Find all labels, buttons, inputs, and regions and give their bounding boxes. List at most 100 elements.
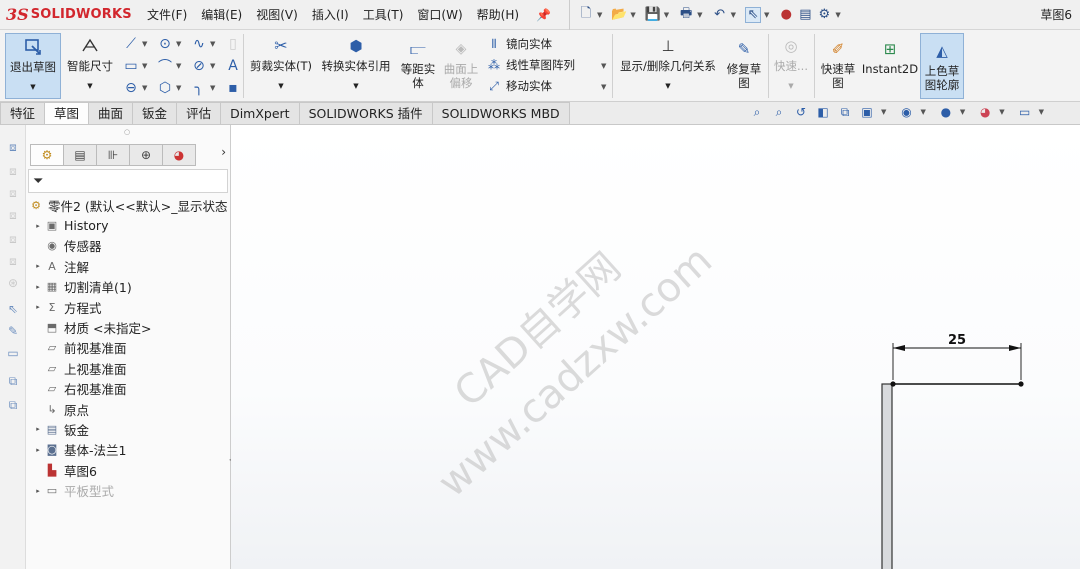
offset-on-surface-button[interactable]: ◈ 曲面上 偏移	[441, 38, 481, 98]
expand-arrow-icon[interactable]: ▸	[32, 222, 44, 230]
menu-item[interactable]: 插入(I)	[305, 0, 356, 30]
options-dropdown-arrow[interactable]: ▼	[835, 11, 840, 19]
open-folder-icon[interactable]: 📂	[611, 7, 627, 23]
menu-item[interactable]: 文件(F)	[140, 0, 194, 30]
open-dropdown-arrow[interactable]: ▼	[630, 11, 635, 19]
tree-root[interactable]: ⚙ 零件2 (默认<<默认>_显示状态	[26, 195, 231, 215]
tab-5[interactable]: DimXpert	[220, 102, 300, 124]
arc-icon[interactable]: ⌒	[156, 57, 174, 75]
monitor-tool-icon[interactable]: ▭	[5, 345, 21, 361]
quick-snaps-dropdown-arrow[interactable]: ▼	[788, 79, 793, 93]
circle-dropdown-arrow[interactable]: ▼	[176, 40, 181, 48]
trim-entities-button[interactable]: ✂ 剪裁实体(T) ▼	[248, 33, 314, 99]
select-dropdown-arrow[interactable]: ▼	[764, 11, 769, 19]
ellipse-dropdown-arrow[interactable]: ▼	[210, 62, 215, 70]
trim-dropdown-arrow[interactable]: ▼	[278, 79, 283, 93]
section-view-icon[interactable]: ◧	[815, 104, 831, 120]
print-dropdown-arrow[interactable]: ▼	[697, 11, 702, 19]
tree-node[interactable]: ▙ 草图6	[26, 460, 231, 480]
convert-entities-button[interactable]: ⬢ 转换实体引用 ▼	[318, 33, 394, 99]
shaded-sketch-contours-button[interactable]: ◭ 上色草 图轮廓	[920, 33, 964, 99]
tree-node[interactable]: ▱ 上视基准面	[26, 358, 231, 378]
display-style-dropdown-arrow[interactable]: ▼	[920, 108, 925, 116]
tab-7[interactable]: SOLIDWORKS MBD	[431, 102, 570, 124]
smart-dimension-button[interactable]: 智能尺寸 ▼	[63, 33, 117, 99]
polygon-icon[interactable]: ⬡	[156, 79, 174, 97]
previous-view-icon[interactable]: ↺	[793, 104, 809, 120]
exit-sketch-dropdown-arrow[interactable]: ▼	[30, 80, 35, 94]
options-gear-icon[interactable]: ⚙	[816, 7, 832, 23]
expand-arrow-icon[interactable]: ▸	[32, 283, 44, 291]
sketch-edit-icon[interactable]: ✎	[5, 323, 21, 339]
text-icon[interactable]: A	[224, 57, 242, 75]
tab-3[interactable]: 钣金	[132, 102, 178, 124]
sketch-start-point[interactable]	[890, 381, 896, 387]
polygon-dropdown-arrow[interactable]: ▼	[176, 84, 181, 92]
new-dropdown-arrow[interactable]: ▼	[597, 11, 602, 19]
repair-sketch-button[interactable]: ✎ 修复草 图	[722, 38, 766, 98]
sketch-end-point[interactable]	[1018, 381, 1024, 387]
undo-icon[interactable]: ↶	[712, 7, 728, 23]
hide-show-items-icon[interactable]: ●	[938, 104, 954, 120]
expand-arrow-icon[interactable]: ▸	[32, 446, 44, 454]
save-icon[interactable]: 💾	[645, 7, 661, 23]
tree-node[interactable]: ▸ ▭ 平板型式	[26, 480, 231, 500]
hide-show-dropdown-arrow[interactable]: ▼	[960, 108, 965, 116]
feature-filter-bar[interactable]: ⏷	[28, 169, 228, 193]
mirror-entities-button[interactable]: ⫴ 镜向实体	[486, 36, 552, 52]
ellipse-icon[interactable]: ⊘	[190, 57, 208, 75]
tree-node[interactable]: ▸ ▤ 钣金	[26, 419, 231, 439]
slot-icon[interactable]: ⊖	[122, 79, 140, 97]
exit-sketch-button[interactable]: 退出草图 ▼	[5, 33, 61, 99]
tree-node[interactable]: ▱ 右视基准面	[26, 379, 231, 399]
tab-2[interactable]: 曲面	[88, 102, 134, 124]
print-icon[interactable]: 🖶	[678, 6, 694, 23]
display-style-icon[interactable]: ◉	[898, 104, 914, 120]
tree-node[interactable]: ▱ 前视基准面	[26, 338, 231, 358]
save-dropdown-arrow[interactable]: ▼	[664, 11, 669, 19]
tree-node[interactable]: ▸ ▦ 切割清单(1)	[26, 277, 231, 297]
tab-0[interactable]: 特征	[0, 102, 46, 124]
view-orientation-dropdown-arrow[interactable]: ▼	[881, 108, 886, 116]
slot-dropdown-arrow[interactable]: ▼	[142, 84, 147, 92]
menu-item[interactable]: 工具(T)	[356, 0, 411, 30]
expand-arrow-icon[interactable]: ▸	[32, 303, 44, 311]
select-tool-icon[interactable]: ⇖	[5, 301, 21, 317]
rebuild-traffic-light-icon[interactable]: ●	[778, 7, 794, 23]
circle-icon[interactable]: ⊙	[156, 35, 174, 53]
tree-node[interactable]: ▸ ▣ History	[26, 215, 231, 235]
menu-item[interactable]: 编辑(E)	[194, 0, 249, 30]
tab-1[interactable]: 草图	[44, 102, 90, 124]
move-entities-button[interactable]: ⤢ 移动实体	[486, 78, 552, 94]
solidworks-logo[interactable]: 3S SOLIDWORKS	[0, 0, 140, 30]
dynamic-annotation-icon[interactable]: ⧉	[837, 104, 853, 120]
tab-6[interactable]: SOLIDWORKS 插件	[298, 102, 433, 124]
appearance-dropdown-arrow[interactable]: ▼	[999, 108, 1004, 116]
sketch-canvas[interactable]: 25	[231, 125, 1080, 569]
arc-dropdown-arrow[interactable]: ▼	[176, 62, 181, 70]
display-manager-tab-icon[interactable]: ◕	[162, 144, 196, 166]
view-settings-icon[interactable]: ▭	[1017, 104, 1033, 120]
tree-node[interactable]: ↳ 原点	[26, 399, 231, 419]
part-tool-icon[interactable]: ⧈	[5, 139, 21, 155]
menu-item[interactable]: 窗口(W)	[410, 0, 469, 30]
zoom-to-area-icon[interactable]: ⌕	[771, 104, 787, 120]
tree-node[interactable]: ◉ 传感器	[26, 236, 231, 256]
select-cursor-icon[interactable]: ⇖	[744, 6, 761, 23]
feature-manager-tab-icon[interactable]: ⚙	[30, 144, 64, 166]
undo-dropdown-arrow[interactable]: ▼	[731, 11, 736, 19]
tree-node[interactable]: ▸ Σ 方程式	[26, 297, 231, 317]
menu-item[interactable]: 帮助(H)	[470, 0, 526, 30]
file-properties-icon[interactable]: ▤	[797, 7, 813, 23]
linear-pattern-button[interactable]: ⁂ 线性草图阵列	[486, 57, 575, 73]
menu-item[interactable]: 视图(V)	[249, 0, 305, 30]
copy-tool-icon[interactable]: ⧉	[5, 397, 21, 413]
point-icon[interactable]: ▪	[224, 79, 242, 97]
offset-entities-button[interactable]: ⫍ 等距实 体	[396, 38, 440, 98]
expand-arrow-icon[interactable]: ▸	[32, 425, 44, 433]
fillet-dropdown-arrow[interactable]: ▼	[210, 84, 215, 92]
expand-arrow-icon[interactable]: ▸	[32, 487, 44, 495]
dimension-value[interactable]: 25	[948, 333, 966, 348]
rectangle-icon[interactable]: ▭	[122, 57, 140, 75]
chevron-right-icon[interactable]: ›	[221, 145, 226, 159]
